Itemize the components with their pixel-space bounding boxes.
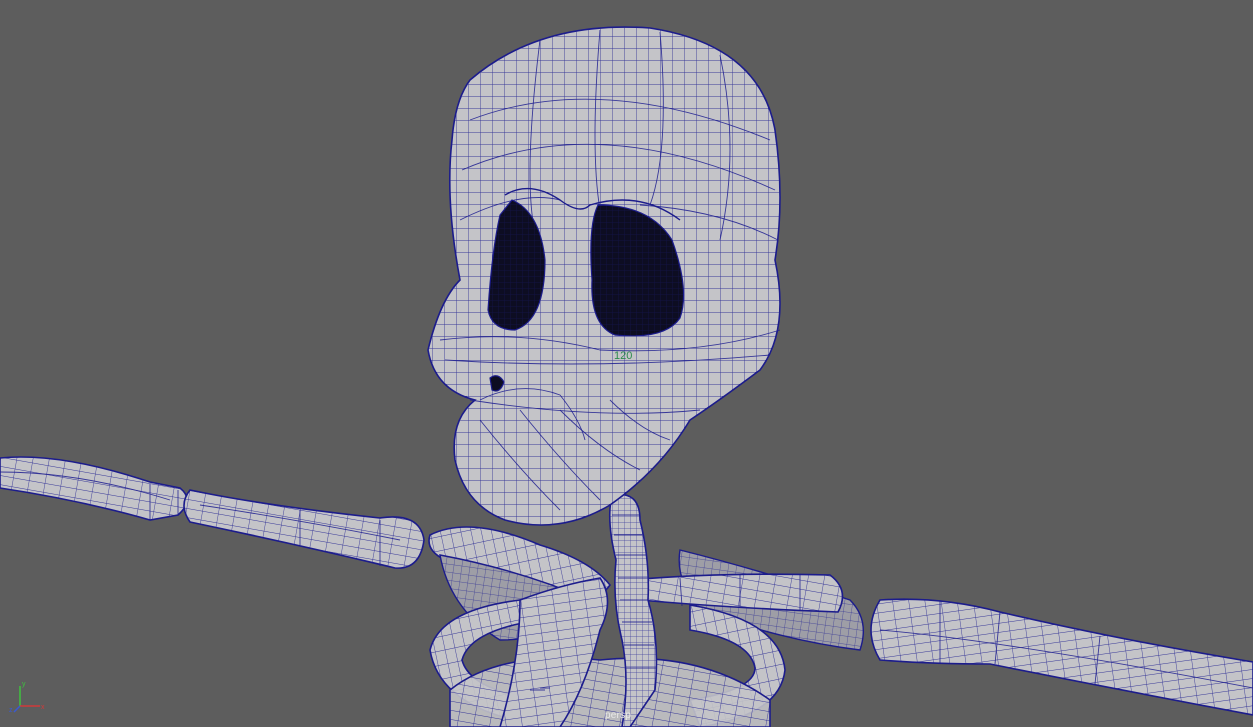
axis-z-line xyxy=(13,705,21,713)
axis-z-label: z xyxy=(9,707,13,714)
axis-gizmo-icon[interactable]: y x z xyxy=(8,676,48,716)
perspective-viewport[interactable]: 120 y x z persp xyxy=(0,0,1253,727)
skull xyxy=(427,26,781,526)
camera-name-label: persp xyxy=(605,710,632,721)
hud-readout-value: 120 xyxy=(614,350,633,362)
left-arm-bone xyxy=(0,456,425,569)
skeleton-model-wireframe xyxy=(0,26,1253,727)
axis-y-label: y xyxy=(22,681,26,688)
axis-x-label: x xyxy=(41,704,45,711)
right-arm-bone xyxy=(870,598,1253,716)
